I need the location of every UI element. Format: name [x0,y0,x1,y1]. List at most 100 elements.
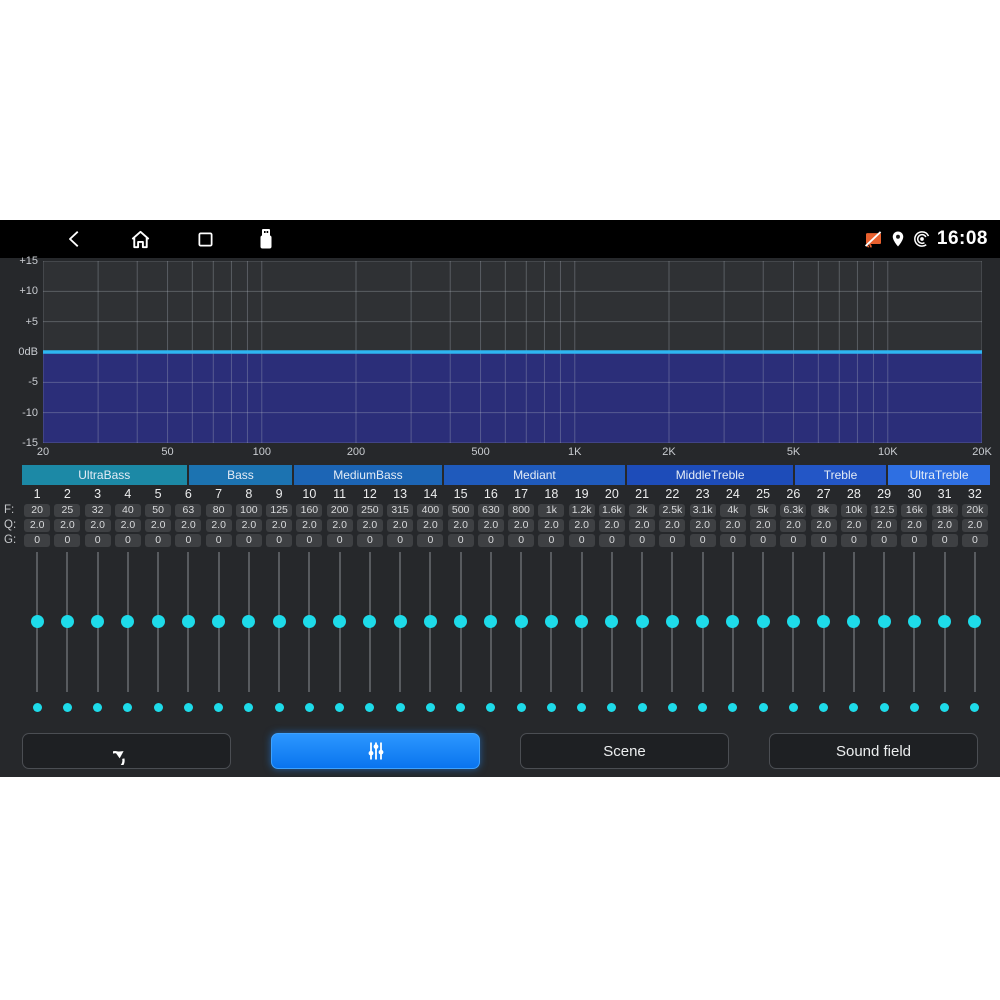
gain-value[interactable]: 0 [417,534,443,547]
slider-knob[interactable] [575,615,588,628]
freq-value[interactable]: 12.5 [871,504,897,517]
freq-value[interactable]: 400 [417,504,443,517]
gain-value[interactable]: 0 [145,534,171,547]
gain-value[interactable]: 0 [85,534,111,547]
eq-slider[interactable] [446,552,476,692]
q-value[interactable]: 2.0 [115,519,141,532]
q-value[interactable]: 2.0 [750,519,776,532]
freq-value[interactable]: 5k [750,504,776,517]
gain-value[interactable]: 0 [175,534,201,547]
q-value[interactable]: 2.0 [629,519,655,532]
freq-value[interactable]: 100 [236,504,262,517]
eq-slider[interactable] [294,552,324,692]
eq-slider[interactable] [506,552,536,692]
q-value[interactable]: 2.0 [206,519,232,532]
q-value[interactable]: 2.0 [24,519,50,532]
eq-slider[interactable] [264,552,294,692]
gain-value[interactable]: 0 [236,534,262,547]
sound-field-button[interactable]: Sound field [769,733,978,769]
gain-value[interactable]: 0 [115,534,141,547]
slider-knob[interactable] [273,615,286,628]
freq-value[interactable]: 4k [720,504,746,517]
reset-button[interactable] [22,733,231,769]
slider-knob[interactable] [363,615,376,628]
gain-value[interactable]: 0 [962,534,988,547]
eq-slider[interactable] [536,552,566,692]
eq-slider[interactable] [688,552,718,692]
eq-slider[interactable] [385,552,415,692]
q-value[interactable]: 2.0 [508,519,534,532]
gain-value[interactable]: 0 [932,534,958,547]
gain-value[interactable]: 0 [448,534,474,547]
freq-value[interactable]: 630 [478,504,504,517]
gain-value[interactable]: 0 [599,534,625,547]
gain-value[interactable]: 0 [357,534,383,547]
slider-knob[interactable] [847,615,860,628]
recents-button[interactable] [193,227,217,251]
eq-slider[interactable] [778,552,808,692]
freq-value[interactable]: 800 [508,504,534,517]
back-button[interactable] [63,227,87,251]
q-value[interactable]: 2.0 [780,519,806,532]
q-value[interactable]: 2.0 [901,519,927,532]
slider-knob[interactable] [333,615,346,628]
gain-value[interactable]: 0 [538,534,564,547]
q-value[interactable]: 2.0 [690,519,716,532]
q-value[interactable]: 2.0 [720,519,746,532]
q-value[interactable]: 2.0 [175,519,201,532]
q-value[interactable]: 2.0 [811,519,837,532]
eq-slider[interactable] [839,552,869,692]
slider-knob[interactable] [484,615,497,628]
gain-value[interactable]: 0 [871,534,897,547]
q-value[interactable]: 2.0 [145,519,171,532]
freq-value[interactable]: 80 [206,504,232,517]
q-value[interactable]: 2.0 [538,519,564,532]
slider-knob[interactable] [424,615,437,628]
freq-value[interactable]: 500 [448,504,474,517]
q-value[interactable]: 2.0 [659,519,685,532]
freq-value[interactable]: 10k [841,504,867,517]
slider-knob[interactable] [605,615,618,628]
gain-value[interactable]: 0 [206,534,232,547]
q-value[interactable]: 2.0 [417,519,443,532]
slider-knob[interactable] [757,615,770,628]
q-value[interactable]: 2.0 [962,519,988,532]
gain-value[interactable]: 0 [690,534,716,547]
gain-value[interactable]: 0 [629,534,655,547]
q-value[interactable]: 2.0 [357,519,383,532]
slider-knob[interactable] [636,615,649,628]
scene-button[interactable]: Scene [520,733,729,769]
q-value[interactable]: 2.0 [478,519,504,532]
freq-value[interactable]: 1.6k [599,504,625,517]
q-value[interactable]: 2.0 [569,519,595,532]
slider-knob[interactable] [303,615,316,628]
freq-value[interactable]: 16k [901,504,927,517]
q-value[interactable]: 2.0 [327,519,353,532]
eq-slider[interactable] [204,552,234,692]
q-value[interactable]: 2.0 [296,519,322,532]
usb-device-button[interactable] [254,227,278,251]
freq-value[interactable]: 50 [145,504,171,517]
freq-value[interactable]: 20 [24,504,50,517]
slider-knob[interactable] [515,615,528,628]
slider-knob[interactable] [454,615,467,628]
gain-value[interactable]: 0 [54,534,80,547]
slider-knob[interactable] [938,615,951,628]
freq-value[interactable]: 160 [296,504,322,517]
q-value[interactable]: 2.0 [54,519,80,532]
slider-knob[interactable] [212,615,225,628]
eq-slider[interactable] [83,552,113,692]
eq-slider[interactable] [899,552,929,692]
gain-value[interactable]: 0 [811,534,837,547]
slider-knob[interactable] [242,615,255,628]
q-value[interactable]: 2.0 [236,519,262,532]
gain-value[interactable]: 0 [478,534,504,547]
eq-slider[interactable] [325,552,355,692]
eq-slider[interactable] [52,552,82,692]
eq-slider[interactable] [22,552,52,692]
equalizer-button[interactable] [271,733,480,769]
gain-value[interactable]: 0 [901,534,927,547]
eq-slider[interactable] [748,552,778,692]
q-value[interactable]: 2.0 [599,519,625,532]
eq-slider[interactable] [355,552,385,692]
